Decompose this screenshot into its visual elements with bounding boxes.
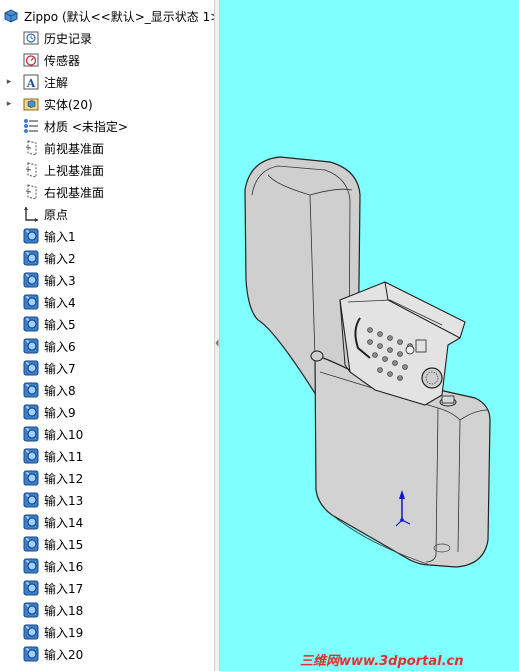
imported-body-icon [23,360,39,376]
imported-body-icon [23,426,39,442]
tree-root-part[interactable]: Zippo (默认<<默认>_显示状态 1> [0,5,214,27]
svg-text:A: A [26,77,36,90]
tree-item[interactable]: 输入8 [0,379,214,401]
tree-item[interactable]: 输入7 [0,357,214,379]
tree-item-label: 输入1 [44,229,76,244]
origin-icon [24,207,38,222]
imported-body-icon [23,294,39,310]
tree-item[interactable]: 输入14 [0,511,214,533]
tree-item-label: 输入20 [44,647,84,662]
tree-item-label: 前视基准面 [44,141,105,156]
sensor-icon [23,53,39,67]
tree-item[interactable]: 上视基准面 [0,159,214,181]
tree-item[interactable]: 输入2 [0,247,214,269]
tree-item-label: 历史记录 [44,31,93,46]
collapse-arrow-icon[interactable] [215,338,219,348]
imported-body-icon [23,404,39,420]
plane-icon [25,140,37,156]
tree-item-label: 输入18 [44,603,84,618]
tree-item-label: 输入7 [44,361,76,376]
tree-item[interactable]: 输入20 [0,643,214,665]
tree-item-label: 输入4 [44,295,76,310]
tree-item[interactable]: 输入3 [0,269,214,291]
imported-body-icon [23,514,39,530]
tree-item[interactable]: ▸ A 注解 [0,71,214,93]
tree-item-label: 传感器 [44,53,81,68]
tree-item-label: 输入2 [44,251,76,266]
tree-item-label: 输入10 [44,427,84,442]
tree-item-label: 输入14 [44,515,84,530]
plane-icon [25,184,37,200]
imported-body-icon [23,646,39,662]
tree-item-label: 注解 [44,75,69,90]
imported-body-icon [23,382,39,398]
tree-item-label: 输入12 [44,471,84,486]
history-icon [23,31,39,45]
tree-item[interactable]: 原点 [0,203,214,225]
tree-item[interactable]: 输入4 [0,291,214,313]
graphics-viewport[interactable] [220,0,519,671]
expand-arrow-icon[interactable]: ▸ [4,77,14,87]
tree-item[interactable]: 输入11 [0,445,214,467]
tree-item[interactable]: 输入9 [0,401,214,423]
tree-item-label: 输入6 [44,339,76,354]
solid-bodies-icon [23,98,39,111]
imported-body-icon [23,338,39,354]
imported-body-icon [23,492,39,508]
tree-item[interactable]: 输入1 [0,225,214,247]
watermark: 三维网www.3dportal.cn [300,654,464,669]
imported-body-icon [23,228,39,244]
tree-item-label: 输入8 [44,383,76,398]
annotation-icon: A [23,74,39,90]
imported-body-icon [23,558,39,574]
tree-item-label: 输入16 [44,559,84,574]
plane-icon [25,162,37,178]
feature-manager-tree: Zippo (默认<<默认>_显示状态 1> 历史记录传感器 ▸ A 注解 ▸ 实体(20… [0,0,214,671]
tree-item-label: 输入19 [44,625,84,640]
imported-body-icon [23,448,39,464]
tree-item[interactable]: ▸ 实体(20) [0,93,214,115]
tree-item[interactable]: 输入15 [0,533,214,555]
tree-item-label: 右视基准面 [44,185,105,200]
tree-item[interactable]: 历史记录 [0,27,214,49]
tree-root-label: Zippo (默认<<默认>_显示状态 1> [24,9,214,24]
tree-item-label: 输入11 [44,449,84,464]
tree-item[interactable]: 输入18 [0,599,214,621]
tree-item[interactable]: 输入6 [0,335,214,357]
tree-item[interactable]: 前视基准面 [0,137,214,159]
tree-item-label: 材质 <未指定> [44,119,128,134]
imported-body-icon [23,624,39,640]
imported-body-icon [23,250,39,266]
zippo-lighter-model [244,156,491,568]
tree-item[interactable]: 输入16 [0,555,214,577]
tree-item[interactable]: 右视基准面 [0,181,214,203]
imported-body-icon [23,602,39,618]
tree-item[interactable]: 输入13 [0,489,214,511]
tree-item-label: 输入13 [44,493,84,508]
imported-body-icon [23,580,39,596]
material-icon [24,119,38,133]
expand-arrow-icon[interactable]: ▸ [4,99,14,109]
part-icon [4,9,18,23]
tree-item-label: 实体(20) [44,97,93,112]
imported-body-icon [23,272,39,288]
tree-item[interactable]: 输入12 [0,467,214,489]
tree-item-label: 原点 [44,207,69,222]
tree-item[interactable]: 传感器 [0,49,214,71]
tree-item-label: 上视基准面 [44,163,105,178]
tree-item-label: 输入15 [44,537,84,552]
tree-item-label: 输入3 [44,273,76,288]
tree-item-label: 输入5 [44,317,76,332]
tree-item-label: 输入9 [44,405,76,420]
tree-item[interactable]: 输入5 [0,313,214,335]
tree-item-label: 输入17 [44,581,84,596]
tree-item[interactable]: 输入19 [0,621,214,643]
imported-body-icon [23,316,39,332]
tree-item[interactable]: 输入10 [0,423,214,445]
imported-body-icon [23,536,39,552]
tree-item[interactable]: 材质 <未指定> [0,115,214,137]
imported-body-icon [23,470,39,486]
tree-item[interactable]: 输入17 [0,577,214,599]
